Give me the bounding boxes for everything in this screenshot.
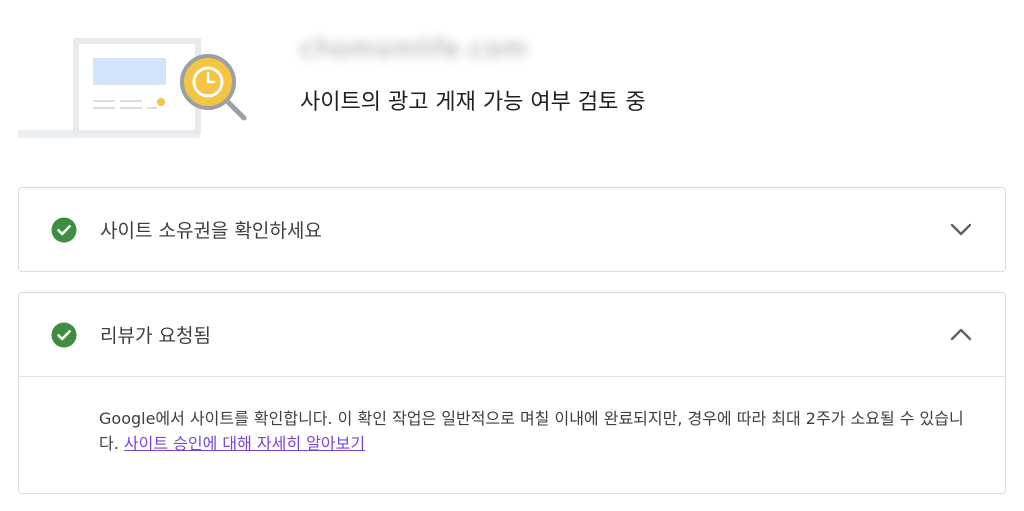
site-review-illustration [18,38,247,138]
step-description: Google에서 사이트를 확인합니다. 이 확인 작업은 일반적으로 며칠 이… [99,406,979,456]
step-header[interactable]: 리뷰가 요청됨 [19,293,1005,377]
chevron-up-icon[interactable] [947,322,975,346]
check-circle-icon [51,322,77,348]
site-url: chomsmlife.com [300,34,529,64]
step-card-verify-ownership[interactable]: 사이트 소유권을 확인하세요 [18,187,1006,272]
chevron-down-icon[interactable] [947,218,975,242]
check-circle-icon [51,217,77,243]
step-title: 리뷰가 요청됨 [100,325,211,347]
step-header[interactable]: 사이트 소유권을 확인하세요 [19,188,1005,271]
step-card-review-requested: 리뷰가 요청됨 Google에서 사이트를 확인합니다. 이 확인 작업은 일반… [18,292,1006,494]
review-header: chomsmlife.com 사이트의 광고 게재 가능 여부 검토 중 [0,0,1024,150]
learn-more-link[interactable]: 사이트 승인에 대해 자세히 알아보기 [124,434,365,453]
review-status-title: 사이트의 광고 게재 가능 여부 검토 중 [300,90,646,115]
step-title: 사이트 소유권을 확인하세요 [100,220,322,242]
